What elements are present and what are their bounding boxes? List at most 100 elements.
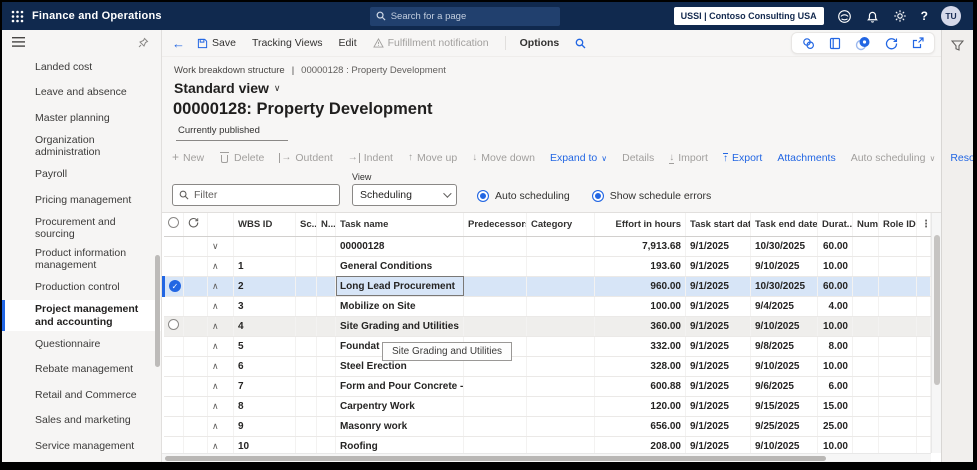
expand-chevron-icon[interactable] bbox=[212, 241, 219, 252]
cell-select[interactable] bbox=[163, 296, 184, 317]
cell-number[interactable] bbox=[852, 296, 879, 317]
tracking-views-button[interactable]: Tracking Views bbox=[252, 37, 323, 49]
grid-row[interactable]: 4 Site Grading and Utilities 360.00 9/1/… bbox=[163, 316, 931, 337]
action-bar-button[interactable]: Delete bbox=[219, 152, 264, 164]
cell-select[interactable] bbox=[163, 356, 184, 377]
cell-sc[interactable] bbox=[295, 396, 317, 417]
cell-effort[interactable]: 193.60 bbox=[594, 256, 686, 277]
grid-row[interactable]: 1 General Conditions 193.60 9/1/2025 9/1… bbox=[163, 256, 931, 277]
cell-n[interactable] bbox=[316, 416, 336, 437]
cell-expander[interactable] bbox=[207, 316, 234, 337]
cell-wbs-id[interactable]: 3 bbox=[233, 296, 296, 317]
cell-expander[interactable] bbox=[207, 376, 234, 397]
expand-chevron-icon[interactable] bbox=[212, 321, 219, 332]
row-select-icon[interactable] bbox=[169, 280, 181, 292]
cell-role-id[interactable] bbox=[878, 376, 917, 397]
cell-start-date[interactable]: 9/1/2025 bbox=[685, 396, 751, 417]
cell-category[interactable] bbox=[526, 316, 595, 337]
copilot-icon[interactable] bbox=[837, 9, 852, 24]
cell-sc[interactable] bbox=[295, 316, 317, 337]
sidebar-item[interactable]: Sales and marketing bbox=[2, 408, 161, 434]
cell-start-date[interactable]: 9/1/2025 bbox=[685, 256, 751, 277]
sidebar-item[interactable]: Rebate management bbox=[2, 357, 161, 383]
copilot-badge-icon[interactable] bbox=[855, 36, 871, 51]
bell-icon[interactable] bbox=[865, 9, 880, 24]
options-button[interactable]: Options bbox=[520, 37, 560, 49]
col-wbs-id[interactable]: WBS ID bbox=[233, 213, 296, 237]
cell-n[interactable] bbox=[316, 236, 336, 257]
cell-duration[interactable]: 25.00 bbox=[817, 416, 853, 437]
col-role-id[interactable]: Role ID bbox=[878, 213, 917, 237]
cell-category[interactable] bbox=[526, 296, 595, 317]
expand-chevron-icon[interactable] bbox=[212, 441, 219, 452]
cell-number[interactable] bbox=[852, 396, 879, 417]
cell-role-id[interactable] bbox=[878, 396, 917, 417]
cell-role-id[interactable] bbox=[878, 356, 917, 377]
cell-expander[interactable] bbox=[207, 296, 234, 317]
cell-wbs-id[interactable]: 5 bbox=[233, 336, 296, 357]
back-icon[interactable]: ← bbox=[172, 36, 185, 51]
expand-chevron-icon[interactable] bbox=[212, 361, 219, 372]
col-n[interactable]: N... bbox=[316, 213, 336, 237]
cell-n[interactable] bbox=[316, 316, 336, 337]
action-bar-button[interactable]: Export bbox=[722, 152, 762, 164]
help-icon[interactable]: ? bbox=[921, 9, 928, 23]
grid-vertical-scrollbar[interactable] bbox=[931, 213, 941, 453]
cell-expander[interactable] bbox=[207, 356, 234, 377]
expand-chevron-icon[interactable] bbox=[212, 261, 219, 272]
cell-end-date[interactable]: 9/10/2025 bbox=[750, 256, 818, 277]
cell-n[interactable] bbox=[316, 276, 336, 297]
refresh-header[interactable] bbox=[183, 213, 208, 237]
radio-option[interactable]: Show schedule errors bbox=[591, 190, 711, 202]
cell-wbs-id[interactable]: 6 bbox=[233, 356, 296, 377]
sidebar-item[interactable]: Questionnaire bbox=[2, 331, 161, 357]
action-bar-button[interactable]: Resource bbox=[950, 152, 973, 164]
cell-category[interactable] bbox=[526, 336, 595, 357]
hamburger-icon[interactable] bbox=[12, 37, 25, 47]
cell-duration[interactable]: 60.00 bbox=[817, 236, 853, 257]
row-select-icon[interactable] bbox=[167, 319, 179, 330]
sidebar-item[interactable]: Subscription billing bbox=[2, 459, 161, 463]
cell-category[interactable] bbox=[526, 236, 595, 257]
cell-select[interactable] bbox=[163, 416, 184, 437]
cell-n[interactable] bbox=[316, 356, 336, 377]
cell-number[interactable] bbox=[852, 336, 879, 357]
global-search-input[interactable] bbox=[390, 10, 554, 22]
cell-end-date[interactable]: 9/6/2025 bbox=[750, 376, 818, 397]
cell-category[interactable] bbox=[526, 396, 595, 417]
cell-select[interactable] bbox=[163, 236, 184, 257]
cell-effort[interactable]: 332.00 bbox=[594, 336, 686, 357]
cell-sc[interactable] bbox=[295, 276, 317, 297]
action-bar-button[interactable]: Expand to bbox=[550, 152, 607, 164]
grid-filter[interactable] bbox=[172, 184, 340, 206]
cell-effort[interactable]: 960.00 bbox=[594, 276, 686, 297]
cell-wbs-id[interactable]: 9 bbox=[233, 416, 296, 437]
cell-sc[interactable] bbox=[295, 236, 317, 257]
cell-number[interactable] bbox=[852, 316, 879, 337]
cell-number[interactable] bbox=[852, 416, 879, 437]
refresh-icon[interactable] bbox=[885, 37, 898, 50]
cell-duration[interactable]: 10.00 bbox=[817, 256, 853, 277]
cell-number[interactable] bbox=[852, 236, 879, 257]
sidebar-item[interactable]: Landed cost bbox=[2, 54, 161, 80]
cell-predecessors[interactable] bbox=[463, 376, 527, 397]
cell-expander[interactable] bbox=[207, 276, 234, 297]
cell-end-date[interactable]: 10/30/2025 bbox=[750, 236, 818, 257]
cell-number[interactable] bbox=[852, 256, 879, 277]
cell-category[interactable] bbox=[526, 256, 595, 277]
cell-select[interactable] bbox=[163, 396, 184, 417]
avatar[interactable]: TU bbox=[941, 6, 961, 26]
grid-row[interactable]: 9 Masonry work 656.00 9/1/2025 9/25/2025… bbox=[163, 416, 931, 437]
cell-select[interactable] bbox=[163, 316, 184, 337]
sidebar-item[interactable]: Product information management bbox=[2, 244, 161, 275]
cell-task-name[interactable]: 00000128 bbox=[335, 236, 464, 257]
col-end-date[interactable]: Task end date bbox=[750, 213, 818, 237]
cell-n[interactable] bbox=[316, 376, 336, 397]
cell-predecessors[interactable] bbox=[463, 236, 527, 257]
cell-role-id[interactable] bbox=[878, 416, 917, 437]
pin-icon[interactable] bbox=[138, 37, 149, 48]
expand-chevron-icon[interactable] bbox=[212, 401, 219, 412]
action-bar-button[interactable]: Attachments bbox=[777, 152, 835, 164]
cell-expander[interactable] bbox=[207, 336, 234, 357]
cell-task-name[interactable]: Mobilize on Site bbox=[335, 296, 464, 317]
